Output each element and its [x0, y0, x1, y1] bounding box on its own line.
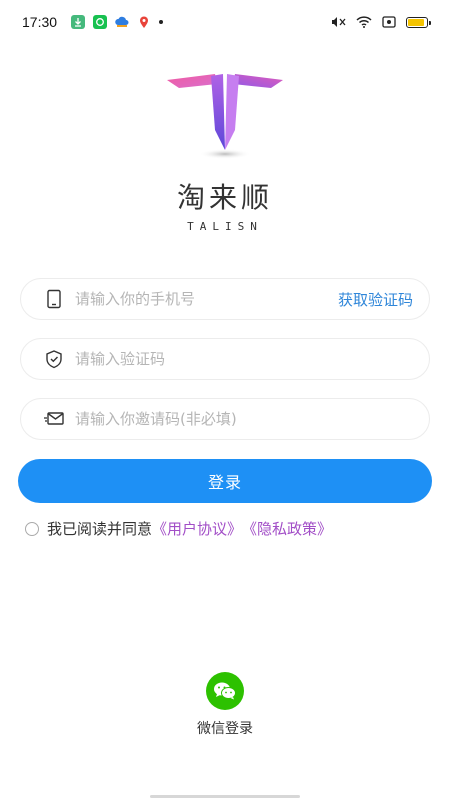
more-notifications-dot [159, 20, 164, 24]
phone-field[interactable]: 获取验证码 [20, 278, 430, 320]
wifi-icon [356, 13, 372, 32]
cloud-icon [115, 15, 130, 29]
mail-icon [43, 408, 65, 430]
status-time: 17:30 [22, 14, 58, 30]
privacy-policy-link[interactable]: 《隐私政策》 [242, 518, 332, 539]
agreement-checkbox[interactable] [25, 521, 39, 536]
agreement-prefix: 我已阅读并同意 [47, 520, 153, 538]
status-left: 17:30 [22, 14, 164, 30]
wechat-login-label: 微信登录 [197, 721, 253, 737]
shield-check-icon [43, 348, 65, 370]
brand-subtitle: TALISN [187, 220, 263, 233]
wechat-login: 微信登录 [0, 672, 450, 738]
talisn-logo [167, 74, 283, 159]
screen-record-icon [382, 13, 396, 32]
wechat-login-button[interactable] [206, 672, 244, 710]
battery-level [408, 18, 425, 26]
chat-bubble-icon [93, 15, 108, 29]
verification-code-field[interactable] [20, 338, 430, 380]
login-button[interactable]: 登录 [18, 459, 432, 503]
invite-code-field[interactable] [20, 398, 430, 440]
verification-code-input[interactable] [75, 350, 413, 368]
download-icon [71, 15, 86, 29]
map-pin-icon [137, 15, 151, 29]
brand-name: 淘来顺 [176, 181, 273, 214]
wechat-icon [214, 682, 236, 700]
brand-header: 淘来顺 TALISN [0, 70, 450, 233]
status-bar: 17:30 [0, 0, 450, 44]
phone-icon [43, 288, 65, 310]
get-code-button[interactable]: 获取验证码 [338, 289, 413, 310]
user-agreement-link[interactable]: 《用户协议》 [152, 518, 242, 539]
phone-input[interactable] [75, 290, 338, 308]
mute-icon [330, 13, 346, 32]
agreement-row: 我已阅读并同意 《用户协议》 《隐私政策》 [25, 518, 332, 539]
invite-code-input[interactable] [75, 410, 413, 428]
status-right [330, 13, 431, 32]
battery-icon [406, 16, 431, 28]
home-indicator[interactable] [150, 795, 300, 798]
